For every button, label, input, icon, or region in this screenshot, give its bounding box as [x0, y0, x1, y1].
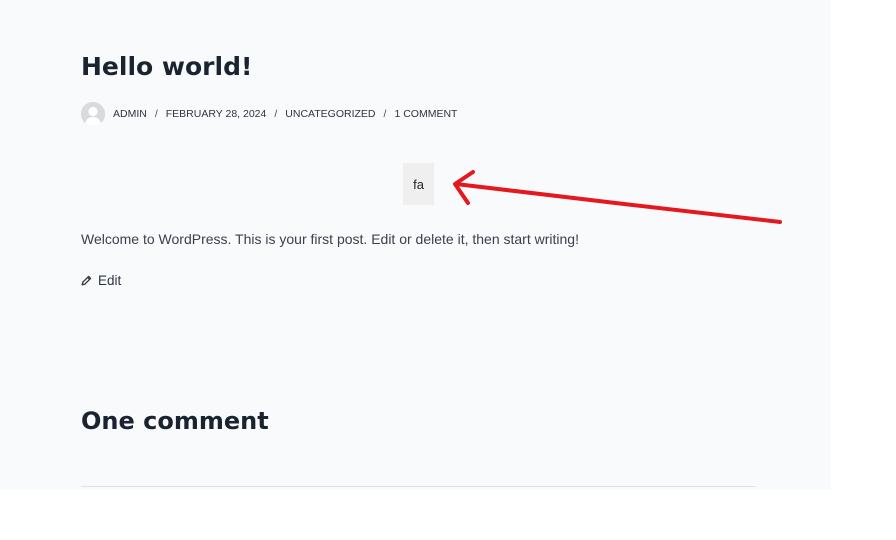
pencil-icon [81, 275, 92, 286]
post-content-area: Hello world! ADMIN / FEBRUARY 28, 2024 /… [0, 0, 831, 490]
meta-separator: / [274, 108, 278, 120]
post-body-text: Welcome to WordPress. This is your first… [81, 231, 579, 247]
post-date-link[interactable]: FEBRUARY 28, 2024 [166, 108, 267, 120]
edit-post-link[interactable]: Edit [81, 273, 121, 288]
fa-text-box: fa [403, 163, 434, 205]
fa-text: fa [413, 176, 424, 192]
post-author-link[interactable]: ADMIN [113, 108, 147, 120]
edit-label: Edit [98, 273, 122, 288]
meta-separator: / [154, 108, 158, 120]
post-category-link[interactable]: UNCATEGORIZED [285, 108, 375, 120]
page: Hello world! ADMIN / FEBRUARY 28, 2024 /… [0, 0, 896, 540]
comments-divider [81, 486, 756, 487]
default-avatar-icon[interactable] [81, 102, 105, 126]
comments-title: One comment [81, 407, 269, 435]
meta-separator: / [383, 108, 387, 120]
post-comments-link[interactable]: 1 COMMENT [394, 108, 457, 120]
post-title: Hello world! [81, 52, 253, 81]
post-meta: ADMIN / FEBRUARY 28, 2024 / UNCATEGORIZE… [81, 102, 457, 126]
